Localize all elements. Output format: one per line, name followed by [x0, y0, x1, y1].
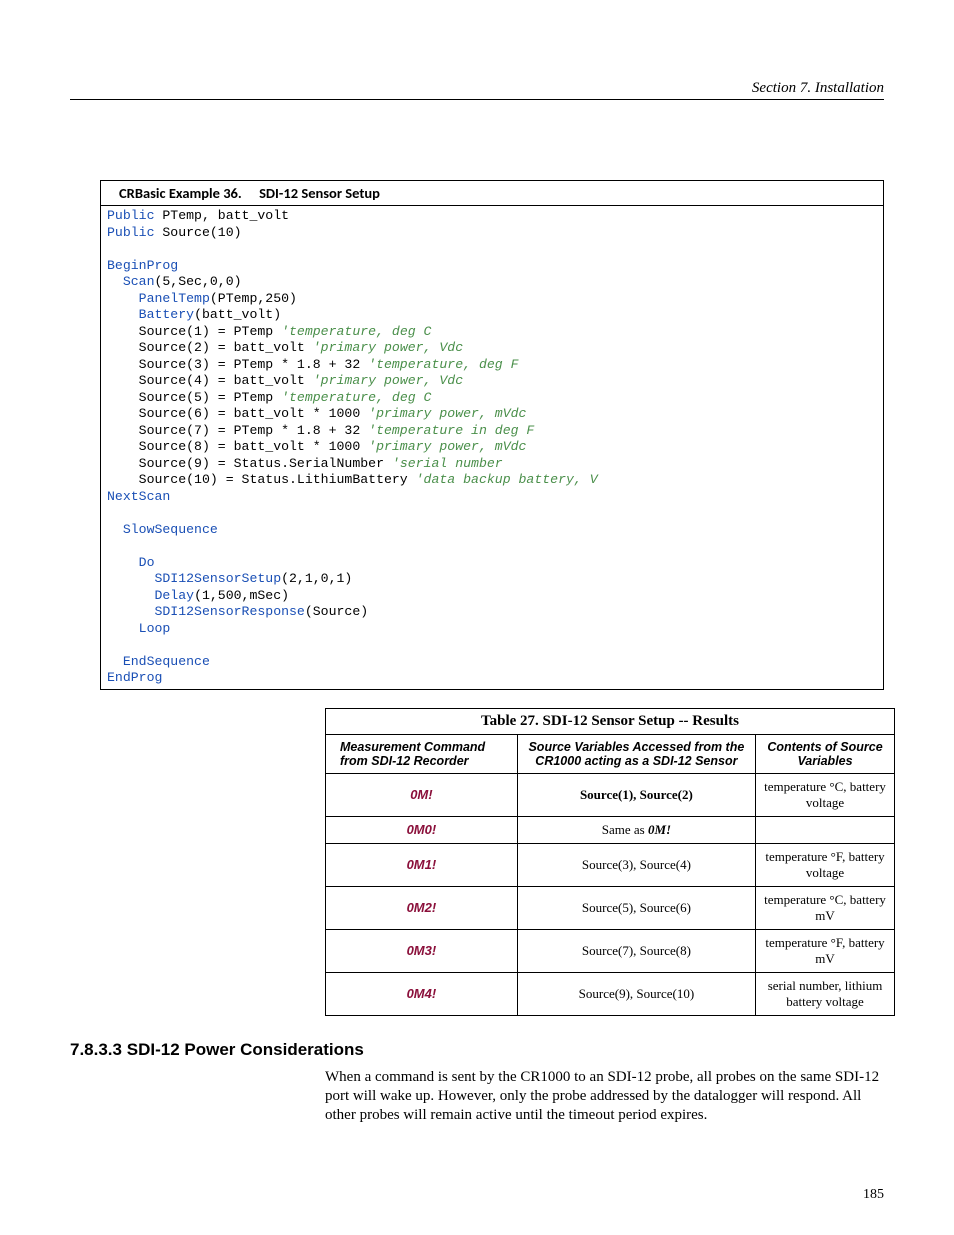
code-text: (2,1,0,1): [281, 571, 352, 586]
code-example-box: CRBasic Example 36. SDI-12 Sensor Setup …: [100, 180, 884, 690]
kw-endsequence: EndSequence: [123, 654, 210, 669]
kw-slowsequence: SlowSequence: [123, 522, 218, 537]
results-table: Measurement Command from SDI-12 Recorder…: [326, 734, 894, 1015]
kw-nextscan: NextScan: [107, 489, 170, 504]
cell-cmd: 0M4!: [326, 972, 517, 1015]
comment: 'primary power, Vdc: [313, 373, 463, 388]
cell-cmd: 0M1!: [326, 843, 517, 886]
comment: 'temperature, deg C: [281, 390, 431, 405]
example-title: CRBasic Example 36. SDI-12 Sensor Setup: [101, 181, 883, 206]
section-number: 7.8.3.3: [70, 1040, 122, 1059]
comment: 'primary power, Vdc: [313, 340, 463, 355]
cell-cont: temperature °C, battery mV: [756, 886, 894, 929]
code-text: (batt_volt): [194, 307, 281, 322]
code-text: Source(6) = batt_volt * 1000: [107, 406, 368, 421]
page-number: 185: [863, 1187, 884, 1203]
kw-do: Do: [139, 555, 155, 570]
code-text: Source(2) = batt_volt: [107, 340, 313, 355]
col-header-src: Source Variables Accessed from the CR100…: [517, 734, 755, 773]
kw-battery: Battery: [139, 307, 194, 322]
kw-public-1: Public: [107, 208, 154, 223]
table-row: 0M3! Source(7), Source(8) temperature °F…: [326, 929, 894, 972]
code-text: Source(9) = Status.SerialNumber: [107, 456, 392, 471]
col-header-cont: Contents of Source Variables: [756, 734, 894, 773]
cell-cont: temperature °F, battery voltage: [756, 843, 894, 886]
kw-scan: Scan: [123, 274, 155, 289]
code-text: Source(10) = Status.LithiumBattery: [107, 472, 416, 487]
code-text: Source(1) = PTemp: [107, 324, 281, 339]
code-text: Source(5) = PTemp: [107, 390, 281, 405]
results-table-wrap: Table 27. SDI-12 Sensor Setup -- Results…: [325, 708, 895, 1016]
table-row: 0M0! Same as 0M!: [326, 816, 894, 843]
sameas-em: 0M!: [648, 822, 671, 837]
code-text: (Source): [305, 604, 368, 619]
kw-loop: Loop: [139, 621, 171, 636]
code-listing: Public PTemp, batt_volt Public Source(10…: [101, 206, 883, 689]
section-body: When a command is sent by the CR1000 to …: [325, 1068, 895, 1126]
code-text: Source(4) = batt_volt: [107, 373, 313, 388]
cell-cmd: 0M2!: [326, 886, 517, 929]
cell-src: Source(1), Source(2): [517, 773, 755, 816]
section-heading: 7.8.3.3 SDI-12 Power Considerations: [70, 1040, 884, 1060]
cell-cmd: 0M3!: [326, 929, 517, 972]
cell-cont: [756, 816, 894, 843]
code-text: (PTemp,250): [210, 291, 297, 306]
cell-src: Same as 0M!: [517, 816, 755, 843]
cell-cont: temperature °C, battery voltage: [756, 773, 894, 816]
comment: 'temperature, deg C: [281, 324, 431, 339]
kw-delay: Delay: [154, 588, 194, 603]
comment: 'serial number: [392, 456, 503, 471]
table-title: Table 27. SDI-12 Sensor Setup -- Results: [326, 709, 894, 734]
col-header-cmd: Measurement Command from SDI-12 Recorder: [326, 734, 517, 773]
cell-src: Source(9), Source(10): [517, 972, 755, 1015]
sameas-prefix: Same as: [602, 822, 648, 837]
table-row: 0M! Source(1), Source(2) temperature °C,…: [326, 773, 894, 816]
table-row: 0M2! Source(5), Source(6) temperature °C…: [326, 886, 894, 929]
cell-cont: serial number, lithium battery voltage: [756, 972, 894, 1015]
example-number: CRBasic Example 36.: [119, 184, 242, 202]
comment: 'primary power, mVdc: [368, 406, 526, 421]
kw-sdi12response: SDI12SensorResponse: [154, 604, 304, 619]
kw-public-2: Public: [107, 225, 154, 240]
comment: 'primary power, mVdc: [368, 439, 526, 454]
code-text: Source(3) = PTemp * 1.8 + 32: [107, 357, 368, 372]
code-text: (5,Sec,0,0): [154, 274, 241, 289]
code-text: Source(7) = PTemp * 1.8 + 32: [107, 423, 368, 438]
table-row: 0M4! Source(9), Source(10) serial number…: [326, 972, 894, 1015]
code-text: (1,500,mSec): [194, 588, 289, 603]
kw-paneltemp: PanelTemp: [139, 291, 210, 306]
code-text: Source(10): [154, 225, 241, 240]
kw-endprog: EndProg: [107, 670, 162, 685]
kw-sdi12setup: SDI12SensorSetup: [154, 571, 281, 586]
running-header: Section 7. Installation: [70, 80, 884, 100]
table-header-row: Measurement Command from SDI-12 Recorder…: [326, 734, 894, 773]
cell-cont: temperature °F, battery mV: [756, 929, 894, 972]
code-text: Source(8) = batt_volt * 1000: [107, 439, 368, 454]
kw-beginprog: BeginProg: [107, 258, 178, 273]
comment: 'temperature in deg F: [368, 423, 534, 438]
section-title: SDI-12 Power Considerations: [127, 1040, 364, 1059]
cell-src: Source(5), Source(6): [517, 886, 755, 929]
example-caption: SDI-12 Sensor Setup: [259, 184, 380, 202]
cell-cmd: 0M!: [326, 773, 517, 816]
cell-src: Source(3), Source(4): [517, 843, 755, 886]
table-row: 0M1! Source(3), Source(4) temperature °F…: [326, 843, 894, 886]
cell-src: Source(7), Source(8): [517, 929, 755, 972]
comment: 'data backup battery, V: [416, 472, 598, 487]
comment: 'temperature, deg F: [368, 357, 518, 372]
code-text: PTemp, batt_volt: [154, 208, 289, 223]
cell-cmd: 0M0!: [326, 816, 517, 843]
